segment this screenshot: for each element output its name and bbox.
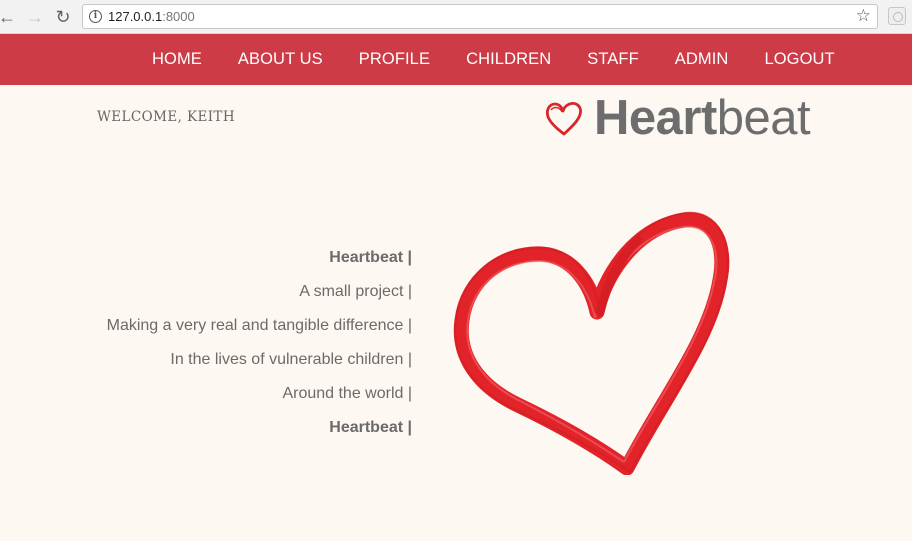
nav-item-profile[interactable]: PROFILE xyxy=(341,50,448,69)
nav-item-logout[interactable]: LOGOUT xyxy=(746,50,852,69)
nav-item-about-us[interactable]: ABOUT US xyxy=(220,50,341,69)
forward-arrow-icon[interactable]: → xyxy=(24,6,46,28)
welcome-message: WELCOME, KEITH xyxy=(97,109,236,125)
nav-item-children[interactable]: CHILDREN xyxy=(448,50,569,69)
reload-icon[interactable]: ↻ xyxy=(52,6,74,28)
url-port: :8000 xyxy=(162,9,195,24)
info-icon[interactable]: i xyxy=(89,10,102,23)
tagline-line: A small project | xyxy=(299,283,412,300)
logo-text-bold: Heart xyxy=(594,91,717,145)
tagline-line: Heartbeat | xyxy=(329,249,412,266)
tagline-line: Heartbeat | xyxy=(329,419,412,436)
logo-text-light: beat xyxy=(716,91,811,145)
tagline: Heartbeat | A small project | Making a v… xyxy=(107,249,412,453)
browser-toolbar: ← → ↻ i 127.0.0.1:8000 ☆ xyxy=(0,0,912,34)
logo-text: Heartbeat xyxy=(594,90,811,146)
nav-item-admin[interactable]: ADMIN xyxy=(657,50,747,69)
bookmark-star-icon[interactable]: ☆ xyxy=(856,6,871,26)
address-bar[interactable]: i 127.0.0.1:8000 ☆ xyxy=(82,4,878,29)
logo-heart-icon xyxy=(545,102,582,136)
main-navigation: HOME ABOUT US PROFILE CHILDREN STAFF ADM… xyxy=(0,34,912,85)
tagline-line: Making a very real and tangible differen… xyxy=(106,317,412,334)
url-text[interactable]: 127.0.0.1:8000 xyxy=(108,9,195,24)
nav-list: HOME ABOUT US PROFILE CHILDREN STAFF ADM… xyxy=(134,34,853,85)
extension-icon[interactable] xyxy=(888,7,906,25)
tagline-line: In the lives of vulnerable children | xyxy=(170,351,412,368)
painted-heart-image xyxy=(453,211,730,475)
url-host: 127.0.0.1 xyxy=(108,9,163,24)
tagline-line: Around the world | xyxy=(282,385,412,402)
back-arrow-icon[interactable]: ← xyxy=(0,6,18,28)
nav-item-home[interactable]: HOME xyxy=(134,50,220,69)
nav-item-staff[interactable]: STAFF xyxy=(569,50,657,69)
